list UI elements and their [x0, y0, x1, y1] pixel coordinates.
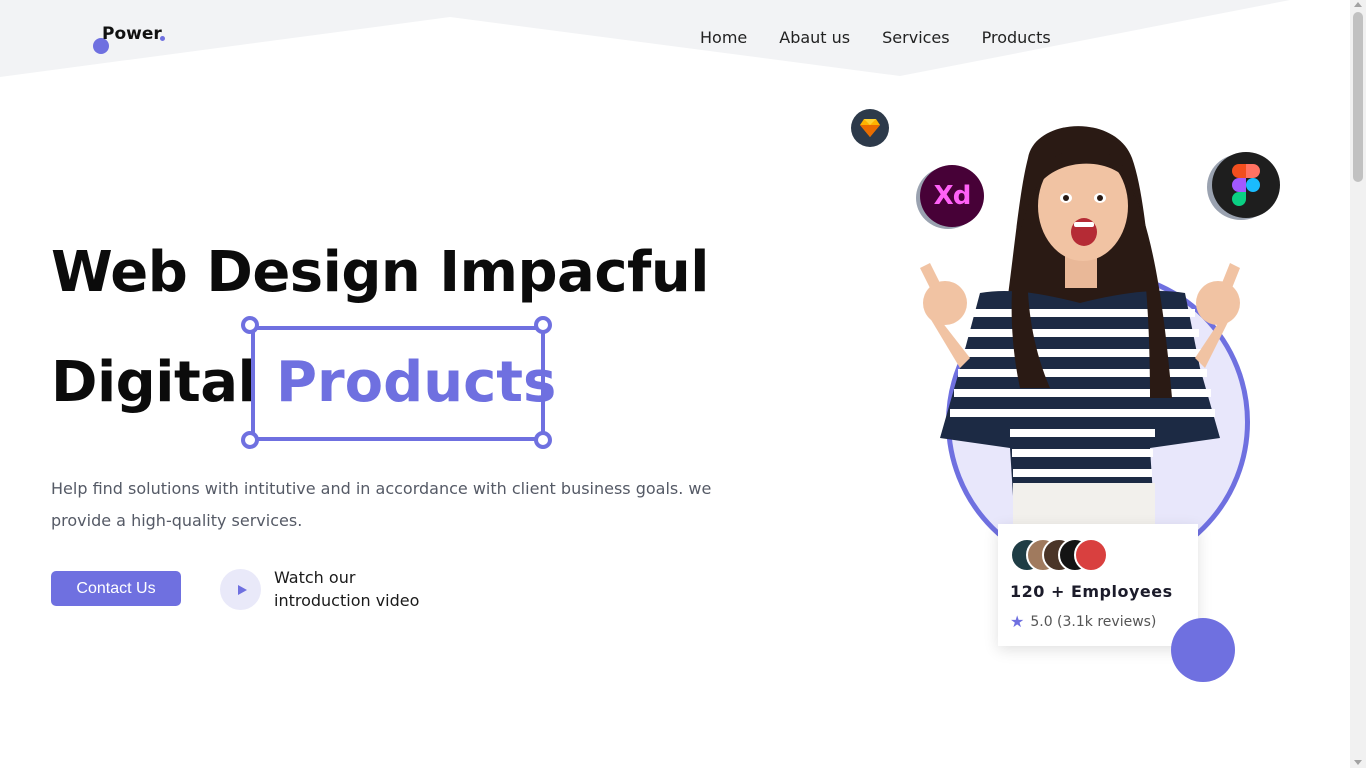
xd-label: Xd	[933, 181, 972, 211]
employee-avatars	[1010, 538, 1140, 572]
avatar	[1074, 538, 1108, 572]
decorative-circle	[1171, 618, 1235, 682]
rating-text: 5.0 (3.1k reviews)	[1030, 613, 1157, 630]
watch-video-label[interactable]: Watch our introduction video	[274, 566, 454, 612]
frame-handle-top-right	[534, 316, 552, 334]
brand-logo[interactable]: Power	[92, 24, 182, 56]
logo-dot-icon	[160, 36, 165, 41]
nav-item-about-us[interactable]: Abaut us	[779, 28, 850, 47]
scrollbar-thumb[interactable]	[1353, 12, 1363, 182]
employees-count: 120 + Employees	[1010, 582, 1173, 601]
play-video-button[interactable]	[220, 569, 261, 610]
hero-highlight-word: Products	[276, 350, 557, 415]
scroll-up-arrow-icon[interactable]	[1354, 2, 1362, 7]
sketch-icon	[851, 109, 889, 147]
frame-handle-bottom-right	[534, 431, 552, 449]
brand-name: Power	[102, 24, 162, 44]
hero-description: Help find solutions with intitutive and …	[51, 479, 712, 530]
rating: ★ 5.0 (3.1k reviews)	[1010, 612, 1156, 631]
watch-video-label-line2: introduction video	[274, 591, 420, 610]
frame-handle-top-left	[241, 316, 259, 334]
hero-heading-line2: Digital	[51, 350, 257, 415]
frame-handle-bottom-left	[241, 431, 259, 449]
contact-us-button[interactable]: Contact Us	[51, 571, 181, 606]
nav-item-home[interactable]: Home	[700, 28, 747, 47]
nav-item-services[interactable]: Services	[882, 28, 949, 47]
scroll-down-arrow-icon[interactable]	[1354, 760, 1362, 765]
figma-icon	[1212, 152, 1280, 218]
nav-item-products[interactable]: Products	[982, 28, 1051, 47]
hero-heading-line1: Web Design Impacful	[51, 240, 709, 305]
page-scrollbar[interactable]	[1350, 0, 1366, 768]
header-background	[0, 0, 1350, 77]
adobe-xd-icon: Xd	[920, 165, 984, 227]
employees-card: 120 + Employees ★ 5.0 (3.1k reviews)	[998, 524, 1198, 646]
watch-video-label-line1: Watch our	[274, 568, 356, 587]
play-icon	[237, 584, 247, 595]
main-nav: Home Abaut us Services Products	[700, 28, 1083, 47]
star-icon: ★	[1010, 612, 1025, 631]
landing-page: Power Home Abaut us Services Products We…	[0, 0, 1366, 768]
